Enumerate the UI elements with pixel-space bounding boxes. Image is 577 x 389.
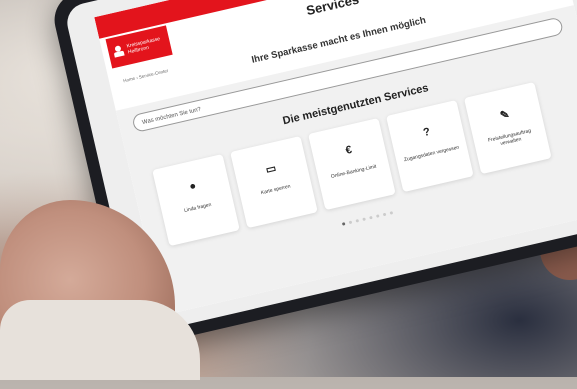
service-card-zugangsdaten[interactable]: ? Zugangsdaten vergessen [385, 99, 474, 193]
photo-scene: Kreissparkasse Heilbronn Services ⚲ Home… [0, 0, 577, 380]
brand-name: Kreissparkasse Heilbronn [126, 36, 162, 55]
carousel-dot[interactable] [375, 214, 380, 218]
service-card-freistellungsauftrag[interactable]: ✎ Freistellungsauftrag verwalten [463, 81, 552, 175]
sleeve [0, 300, 200, 380]
sparkasse-logo-icon [112, 45, 124, 59]
service-card-label: Online-Banking-Limit [330, 163, 377, 181]
question-icon: ? [422, 125, 432, 140]
carousel-dot[interactable] [341, 222, 346, 226]
service-card-label: Zugangsdaten vergessen [403, 144, 460, 164]
card-icon: ▭ [264, 161, 278, 176]
edit-icon: ✎ [498, 108, 511, 122]
service-card-karte-sperren[interactable]: ▭ Karte sperren [230, 135, 318, 229]
service-card-label: Freistellungsauftrag verwalten [487, 128, 532, 148]
euro-icon: € [344, 143, 354, 157]
service-card-label: Karte sperren [260, 183, 292, 197]
service-card-online-banking-limit[interactable]: € Online-Banking-Limit [308, 117, 396, 211]
breadcrumb[interactable]: Home › Service-Center [123, 68, 169, 83]
service-card-label: Linda fragen [183, 201, 213, 214]
carousel-dot[interactable] [369, 215, 373, 220]
chat-bubble-icon: ● [188, 179, 198, 194]
